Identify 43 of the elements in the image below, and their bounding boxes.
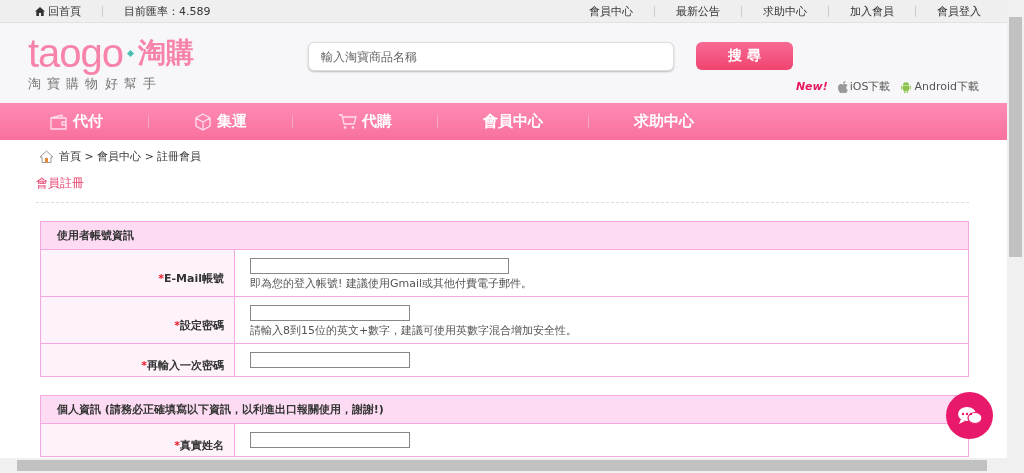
top-link[interactable]: 最新公告	[676, 3, 720, 19]
required-mark: *	[174, 438, 180, 452]
input-field[interactable]	[250, 258, 509, 274]
android-icon	[900, 80, 913, 93]
home-link[interactable]: 回首頁	[35, 3, 81, 19]
cart-icon	[338, 113, 357, 130]
field-label: 設定密碼	[180, 317, 224, 333]
top-link[interactable]: 會員中心	[589, 3, 633, 19]
page-title: 會員註冊	[36, 175, 85, 192]
apple-icon	[837, 80, 848, 93]
chat-icon	[956, 405, 983, 426]
horizontal-scrollbar[interactable]	[0, 458, 1024, 473]
required-mark: *	[141, 358, 147, 372]
top-link[interactable]: 會員登入	[937, 3, 981, 19]
exchange-rate: 目前匯率：4.589	[124, 3, 211, 19]
logo-text: taogo	[28, 33, 124, 73]
section-header: 使用者帳號資訊	[41, 222, 968, 249]
field-label: 再輸入一次密碼	[147, 357, 224, 373]
app-download-link[interactable]: Android下載	[900, 79, 979, 94]
app-download-link[interactable]: iOS下載	[837, 79, 891, 94]
input-field[interactable]	[250, 352, 410, 368]
breadcrumb: 首頁 > 會員中心 > 註冊會員	[59, 148, 202, 164]
field-hint: 即為您的登入帳號! 建議使用Gmail或其他付費電子郵件。	[250, 276, 532, 291]
required-mark: *	[174, 318, 180, 332]
search-field[interactable]: 輸入淘寶商品名稱	[308, 42, 674, 71]
required-mark: *	[158, 271, 164, 285]
diamond-icon	[127, 49, 135, 57]
field-label: E-Mail帳號	[164, 270, 224, 286]
logo-text: 淘購	[138, 35, 195, 71]
chat-button[interactable]	[946, 392, 993, 439]
tagline: 淘 寶 購 物 好 幫 手	[28, 75, 158, 93]
new-label: New!	[795, 80, 828, 93]
field-hint: 請輸入8到15位的英文+數字，建議可使用英數字混合增加安全性。	[250, 323, 578, 338]
top-link[interactable]: 加入會員	[850, 3, 894, 19]
wallet-icon	[50, 113, 68, 130]
vertical-scrollbar[interactable]	[1007, 0, 1024, 458]
top-link[interactable]: 求助中心	[763, 3, 807, 19]
field-label: 真實姓名	[180, 437, 224, 453]
home-icon	[35, 6, 45, 16]
box-icon	[194, 112, 212, 131]
input-field[interactable]	[250, 432, 410, 448]
home-icon	[39, 149, 54, 163]
input-field[interactable]	[250, 305, 410, 321]
